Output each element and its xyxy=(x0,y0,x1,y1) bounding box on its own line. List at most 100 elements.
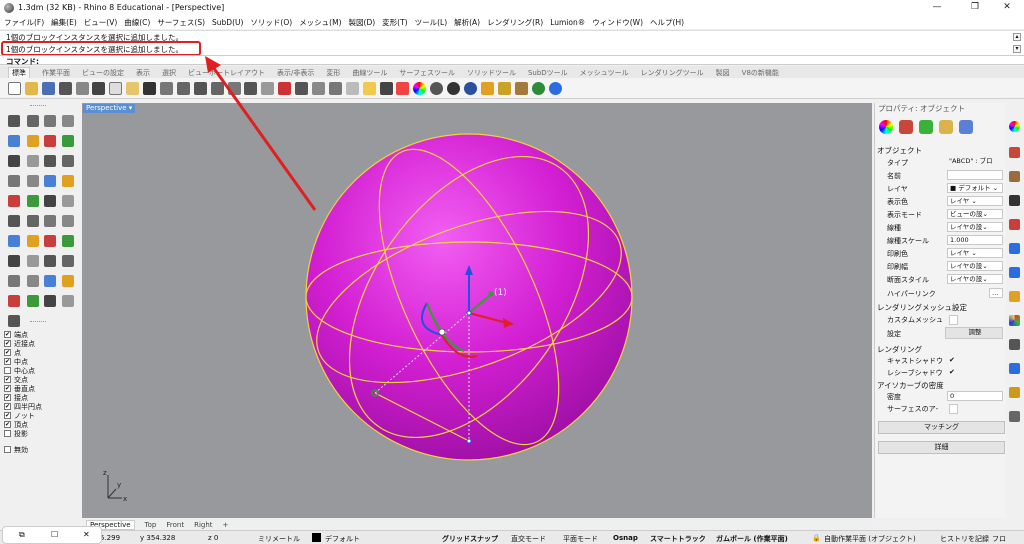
menu-help[interactable]: ヘルプ(H) xyxy=(650,17,684,28)
tool-icon[interactable] xyxy=(62,195,74,207)
tool-icon[interactable] xyxy=(62,295,74,307)
tool-icon[interactable] xyxy=(8,315,20,327)
menu-mesh[interactable]: メッシュ(M) xyxy=(299,17,341,28)
tool-icon[interactable] xyxy=(44,235,56,247)
prop-value-layer[interactable]: ■ デフォルト ⌄ xyxy=(947,183,1003,193)
material-icon[interactable] xyxy=(879,120,893,134)
maximize-icon[interactable]: ☐ xyxy=(51,530,58,539)
camera-panel-icon[interactable] xyxy=(1009,339,1020,350)
tool-icon[interactable] xyxy=(8,235,20,247)
smarttrack-toggle[interactable]: スマートトラック xyxy=(650,534,706,544)
help-icon[interactable] xyxy=(548,81,562,95)
hyperlink-button[interactable]: … xyxy=(989,288,1003,298)
add-view-tab[interactable]: + xyxy=(223,521,229,529)
osnap-grip[interactable] xyxy=(30,321,46,324)
decal-icon[interactable] xyxy=(919,120,933,134)
minimize-button[interactable]: — xyxy=(920,0,954,15)
tool-icon[interactable] xyxy=(44,175,56,187)
tool-icon[interactable] xyxy=(62,275,74,287)
panel-grip[interactable] xyxy=(30,105,46,108)
tab-drafting[interactable]: 製図 xyxy=(716,68,730,78)
tool-icon[interactable] xyxy=(27,275,39,287)
maximize-button[interactable]: ❐ xyxy=(958,0,992,15)
render-panel-icon[interactable] xyxy=(1009,363,1020,374)
filter-toggle[interactable]: フロ xyxy=(992,534,1006,544)
tool-icon[interactable] xyxy=(44,155,56,167)
tab-cplanes[interactable]: 作業平面 xyxy=(42,68,70,78)
tool-icon[interactable] xyxy=(44,135,56,147)
tab-right[interactable]: Right xyxy=(194,521,212,529)
notes-panel-icon[interactable] xyxy=(1009,387,1020,398)
tool-icon[interactable] xyxy=(62,115,74,127)
tool-icon[interactable] xyxy=(27,235,39,247)
render-icon[interactable] xyxy=(514,81,528,95)
osnap-disable[interactable]: 無効 xyxy=(4,445,80,454)
open-icon[interactable] xyxy=(24,81,38,95)
tab-visibility[interactable]: 表示/非表示 xyxy=(277,68,314,78)
menu-render[interactable]: レンダリング(R) xyxy=(487,17,543,28)
menu-lumion[interactable]: Lumion® xyxy=(550,18,585,27)
tool-icon[interactable] xyxy=(44,195,56,207)
tab-subd-tools[interactable]: SubDツール xyxy=(528,68,568,78)
globe-icon[interactable] xyxy=(531,81,545,95)
pan-icon[interactable] xyxy=(160,81,174,95)
import-icon[interactable] xyxy=(75,81,89,95)
tool-icon[interactable] xyxy=(27,175,39,187)
pen-icon[interactable] xyxy=(480,81,494,95)
matching-button[interactable]: マッチング xyxy=(878,421,1005,434)
tab-viewport-layout[interactable]: ビューポートレイアウト xyxy=(188,68,265,78)
tool-icon[interactable] xyxy=(8,275,20,287)
grid-snap-toggle[interactable]: グリッドスナップ xyxy=(442,534,498,544)
environment-panel-icon[interactable] xyxy=(1009,243,1020,254)
cast-shadows-checkbox[interactable]: ✔ xyxy=(949,356,955,364)
library-panel-icon[interactable] xyxy=(1009,411,1020,422)
receive-shadows-checkbox[interactable]: ✔ xyxy=(949,368,955,376)
tool-icon[interactable] xyxy=(62,255,74,267)
cplane-icon[interactable] xyxy=(295,81,309,95)
current-layer[interactable]: デフォルト xyxy=(325,534,360,544)
osnap-item[interactable]: 投影 xyxy=(4,429,80,438)
tab-render-tools[interactable]: レンダリングツール xyxy=(641,68,704,78)
named-views-icon[interactable] xyxy=(312,81,326,95)
tab-front[interactable]: Front xyxy=(166,521,184,529)
tool-icon[interactable] xyxy=(27,215,39,227)
tab-surface-tools[interactable]: サーフェスツール xyxy=(399,68,455,78)
layer-icon[interactable] xyxy=(396,81,410,95)
tab-transform[interactable]: 変形 xyxy=(326,68,340,78)
tool-icon[interactable] xyxy=(8,115,20,127)
undo-icon[interactable] xyxy=(143,81,157,95)
tool-icon[interactable] xyxy=(44,255,56,267)
menu-tools[interactable]: ツール(L) xyxy=(415,17,448,28)
surface-checkbox[interactable] xyxy=(949,404,958,414)
wireframe-icon[interactable] xyxy=(430,81,444,95)
light-icon[interactable] xyxy=(362,81,376,95)
tool-icon[interactable] xyxy=(27,255,39,267)
layers-panel-icon[interactable] xyxy=(1009,147,1020,158)
tool-icon[interactable] xyxy=(27,135,39,147)
menu-edit[interactable]: 編集(E) xyxy=(51,17,77,28)
tool-icon[interactable] xyxy=(62,215,74,227)
tool-icon[interactable] xyxy=(62,135,74,147)
prop-value-linetype-scale[interactable]: 1.000 xyxy=(947,235,1003,245)
tool-icon[interactable] xyxy=(8,155,20,167)
tab-display[interactable]: 表示 xyxy=(136,68,150,78)
tool-icon[interactable] xyxy=(27,295,39,307)
new-icon[interactable] xyxy=(8,81,21,95)
tool-icon[interactable] xyxy=(27,155,39,167)
ortho-toggle[interactable]: 直交モード xyxy=(511,534,546,544)
four-views-icon[interactable] xyxy=(261,81,275,95)
save-icon[interactable] xyxy=(41,81,55,95)
perspective-viewport[interactable]: Perspective ▾ (1) z y x xyxy=(82,103,872,518)
prop-value-name[interactable] xyxy=(947,170,1003,180)
history-scroll-up[interactable]: ▴ xyxy=(1013,33,1021,41)
prop-value-display-mode[interactable]: ビューの設⌄ xyxy=(947,209,1003,219)
tab-solid-tools[interactable]: ソリッドツール xyxy=(467,68,516,78)
rotate-view-icon[interactable] xyxy=(176,81,190,95)
adjust-button[interactable]: 調整 xyxy=(945,327,1003,339)
osnap-toggle[interactable]: Osnap xyxy=(613,534,638,542)
car-icon[interactable] xyxy=(278,81,292,95)
menu-subd[interactable]: SubD(U) xyxy=(212,18,243,27)
zoom-selected-icon[interactable] xyxy=(244,81,258,95)
prop-value-display-color[interactable]: レイヤ ⌄ xyxy=(947,196,1003,206)
materials-panel-icon[interactable] xyxy=(1009,121,1020,132)
